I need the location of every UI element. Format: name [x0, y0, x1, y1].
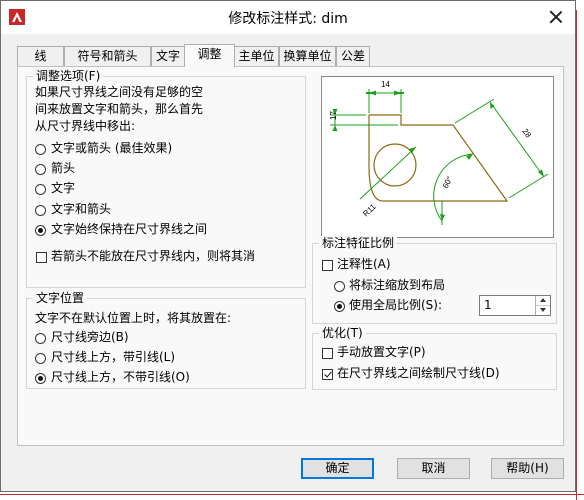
- tab-lines[interactable]: 线: [17, 46, 64, 66]
- radio-text-or-arrows[interactable]: [35, 144, 46, 155]
- preview-drawing: 14 17 28 60° R11: [329, 80, 549, 225]
- dimension-style-dialog: 修改标注样式: dim 线 符号和箭头 文字 调整 主单位 换算单位 公差 调整…: [0, 0, 576, 492]
- spin-down-icon[interactable]: [536, 306, 550, 315]
- preview-geometry: [368, 114, 509, 202]
- scale-title: 标注特征比例: [319, 236, 398, 250]
- radio-label[interactable]: 文字或箭头 (最佳效果): [51, 140, 172, 157]
- preview-labels: 14 17 28 60° R11: [329, 80, 533, 218]
- text-placement-title: 文字位置: [33, 291, 88, 305]
- title-bar: 修改标注样式: dim: [1, 1, 575, 34]
- fit-tab-panel: 调整选项(F) 如果尺寸界线之间没有足够的空 间来放置文字和箭头，那么首先 从尺…: [17, 66, 564, 446]
- cancel-button[interactable]: 取消: [397, 458, 470, 479]
- radio-label[interactable]: 文字和箭头: [51, 201, 111, 218]
- overall-scale-spinner[interactable]: 1: [479, 295, 551, 316]
- fine-tuning-title: 优化(T): [319, 326, 366, 340]
- dim-label-r11: R11: [361, 202, 378, 219]
- radio-label[interactable]: 将标注缩放到布局: [349, 277, 445, 294]
- tab-alternate-units[interactable]: 换算单位: [279, 46, 336, 66]
- manual-place-checkbox[interactable]: [322, 348, 333, 359]
- fit-description-line: 从尺寸界线中移出:: [35, 119, 136, 133]
- spin-up-icon[interactable]: [536, 296, 550, 306]
- close-icon[interactable]: [549, 10, 563, 24]
- window-title: 修改标注样式: dim: [228, 11, 348, 27]
- fit-options-title: 调整选项(F): [33, 69, 104, 83]
- tab-tolerances[interactable]: 公差: [336, 46, 370, 66]
- dim-label-14: 14: [381, 80, 390, 89]
- radio-text-and-arrows[interactable]: [35, 205, 46, 216]
- tab-primary-units[interactable]: 主单位: [234, 46, 279, 66]
- radio-always-between[interactable]: [35, 225, 46, 236]
- radio-over-without-leader[interactable]: [35, 373, 46, 384]
- dim-label-17: 17: [329, 111, 338, 120]
- suppress-arrows-checkbox[interactable]: [36, 252, 47, 263]
- radio-label[interactable]: 尺寸线旁边(B): [51, 329, 129, 346]
- checkbox-label[interactable]: 若箭头不能放在尺寸界线内，则将其消: [51, 248, 255, 265]
- tab-text[interactable]: 文字: [151, 46, 185, 66]
- annotative-checkbox[interactable]: [322, 260, 333, 271]
- help-button[interactable]: 帮助(H): [491, 458, 564, 479]
- text-placement-description: 文字不在默认位置上时，将其放置在:: [35, 311, 232, 325]
- radio-label[interactable]: 箭头: [51, 160, 75, 177]
- dimension-preview: 14 17 28 60° R11: [321, 76, 554, 238]
- fit-description-line: 间来放置文字和箭头，那么首先: [35, 102, 204, 116]
- ok-button[interactable]: 确定: [301, 458, 374, 479]
- radio-over-with-leader[interactable]: [35, 353, 46, 364]
- preview-dimensions: [330, 89, 549, 225]
- radio-arrows[interactable]: [35, 164, 46, 175]
- radio-label[interactable]: 使用全局比例(S):: [349, 297, 442, 314]
- backdrop-line: [576, 10, 577, 500]
- radio-label[interactable]: 文字始终保持在尺寸界线之间: [51, 221, 207, 238]
- radio-label[interactable]: 文字: [51, 180, 75, 197]
- spinner-buttons: [535, 296, 550, 315]
- backdrop-line: [0, 494, 584, 495]
- checkbox-label[interactable]: 手动放置文字(P): [337, 344, 426, 361]
- checkbox-label[interactable]: 在尺寸界线之间绘制尺寸线(D): [337, 365, 500, 382]
- dim-label-28: 28: [520, 127, 533, 140]
- radio-text[interactable]: [35, 184, 46, 195]
- radio-label[interactable]: 尺寸线上方，不带引线(O): [51, 369, 190, 386]
- radio-beside-dim-line[interactable]: [35, 333, 46, 344]
- text-placement-group: 文字位置 文字不在默认位置上时，将其放置在: 尺寸线旁边(B) 尺寸线上方，带引…: [26, 291, 306, 389]
- fit-description-line: 如果尺寸界线之间没有足够的空: [35, 85, 204, 99]
- tab-fit[interactable]: 调整: [184, 44, 235, 67]
- fit-options-group: 调整选项(F) 如果尺寸界线之间没有足够的空 间来放置文字和箭头，那么首先 从尺…: [26, 69, 306, 288]
- radio-label[interactable]: 尺寸线上方，带引线(L): [51, 349, 175, 366]
- tab-symbols-arrows[interactable]: 符号和箭头: [64, 46, 151, 66]
- draw-between-checkbox[interactable]: [322, 369, 333, 380]
- dim-label-60: 60°: [441, 175, 455, 190]
- radio-use-overall-scale[interactable]: [334, 301, 345, 312]
- fine-tuning-group: 优化(T) 手动放置文字(P) 在尺寸界线之间绘制尺寸线(D): [312, 326, 557, 390]
- overall-scale-value[interactable]: 1: [484, 297, 492, 314]
- checkbox-label[interactable]: 注释性(A): [337, 256, 391, 273]
- radio-scale-to-layout[interactable]: [334, 281, 345, 292]
